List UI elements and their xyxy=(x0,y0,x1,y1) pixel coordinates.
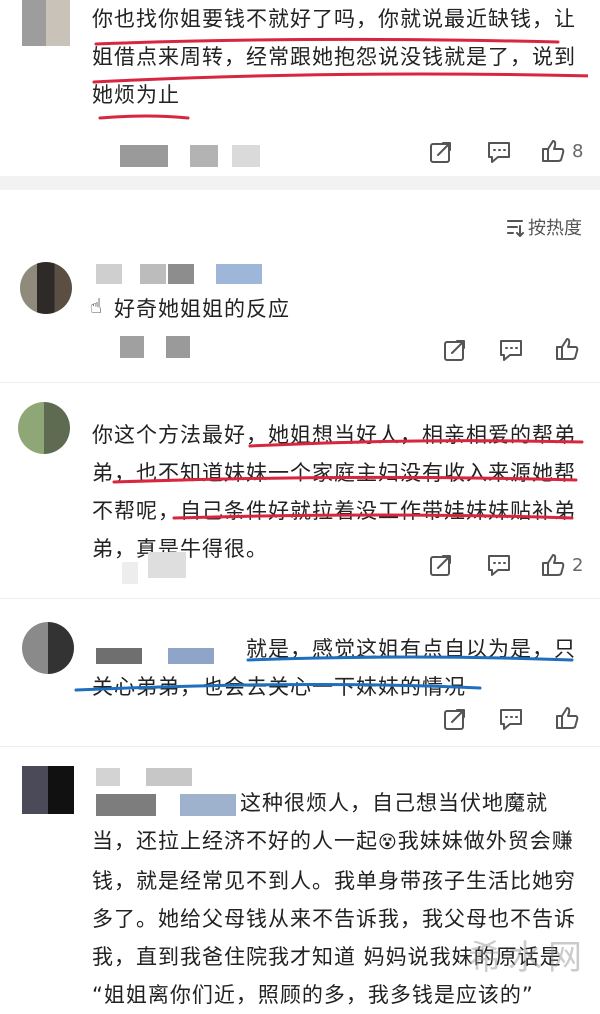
comment-text: 这种很烦人，自己想当伏地魔就 当，还拉上经济不好的人一起😵我妹妹做外贸会赚 钱，… xyxy=(92,791,576,1007)
share-icon[interactable] xyxy=(442,706,468,732)
watermark: 希水网 xyxy=(468,938,588,978)
divider xyxy=(0,746,600,747)
share-icon[interactable] xyxy=(428,552,454,578)
like-count: 8 xyxy=(572,141,584,162)
comment-icon[interactable] xyxy=(498,706,524,732)
sort-label: 按热度 xyxy=(528,218,582,239)
avatar[interactable] xyxy=(22,766,74,814)
like-icon[interactable] xyxy=(540,552,566,578)
emoji: 😵 xyxy=(378,832,398,853)
like-icon[interactable] xyxy=(554,705,580,731)
avatar[interactable] xyxy=(18,402,70,454)
divider xyxy=(0,598,600,599)
avatar[interactable] xyxy=(22,0,70,46)
comment-icon[interactable] xyxy=(486,552,512,578)
avatar[interactable] xyxy=(22,622,74,674)
username-blur xyxy=(96,264,122,284)
sort-icon xyxy=(507,220,524,237)
comment-text: 好奇她姐姐的反应 xyxy=(114,297,290,321)
like-icon[interactable] xyxy=(554,336,580,362)
username-blur xyxy=(120,145,168,167)
like-count: 2 xyxy=(572,555,584,576)
share-icon[interactable] xyxy=(428,139,454,165)
red-underline xyxy=(92,37,588,120)
divider xyxy=(0,382,600,383)
comment-icon[interactable] xyxy=(486,139,512,165)
pointing-finger-emoji: ☝ xyxy=(90,294,103,318)
blue-underline xyxy=(74,655,574,692)
avatar[interactable] xyxy=(20,262,72,314)
share-icon[interactable] xyxy=(442,337,468,363)
comment-icon[interactable] xyxy=(498,337,524,363)
red-underline xyxy=(112,439,584,520)
section-divider xyxy=(0,176,600,190)
like-icon[interactable] xyxy=(540,138,566,164)
